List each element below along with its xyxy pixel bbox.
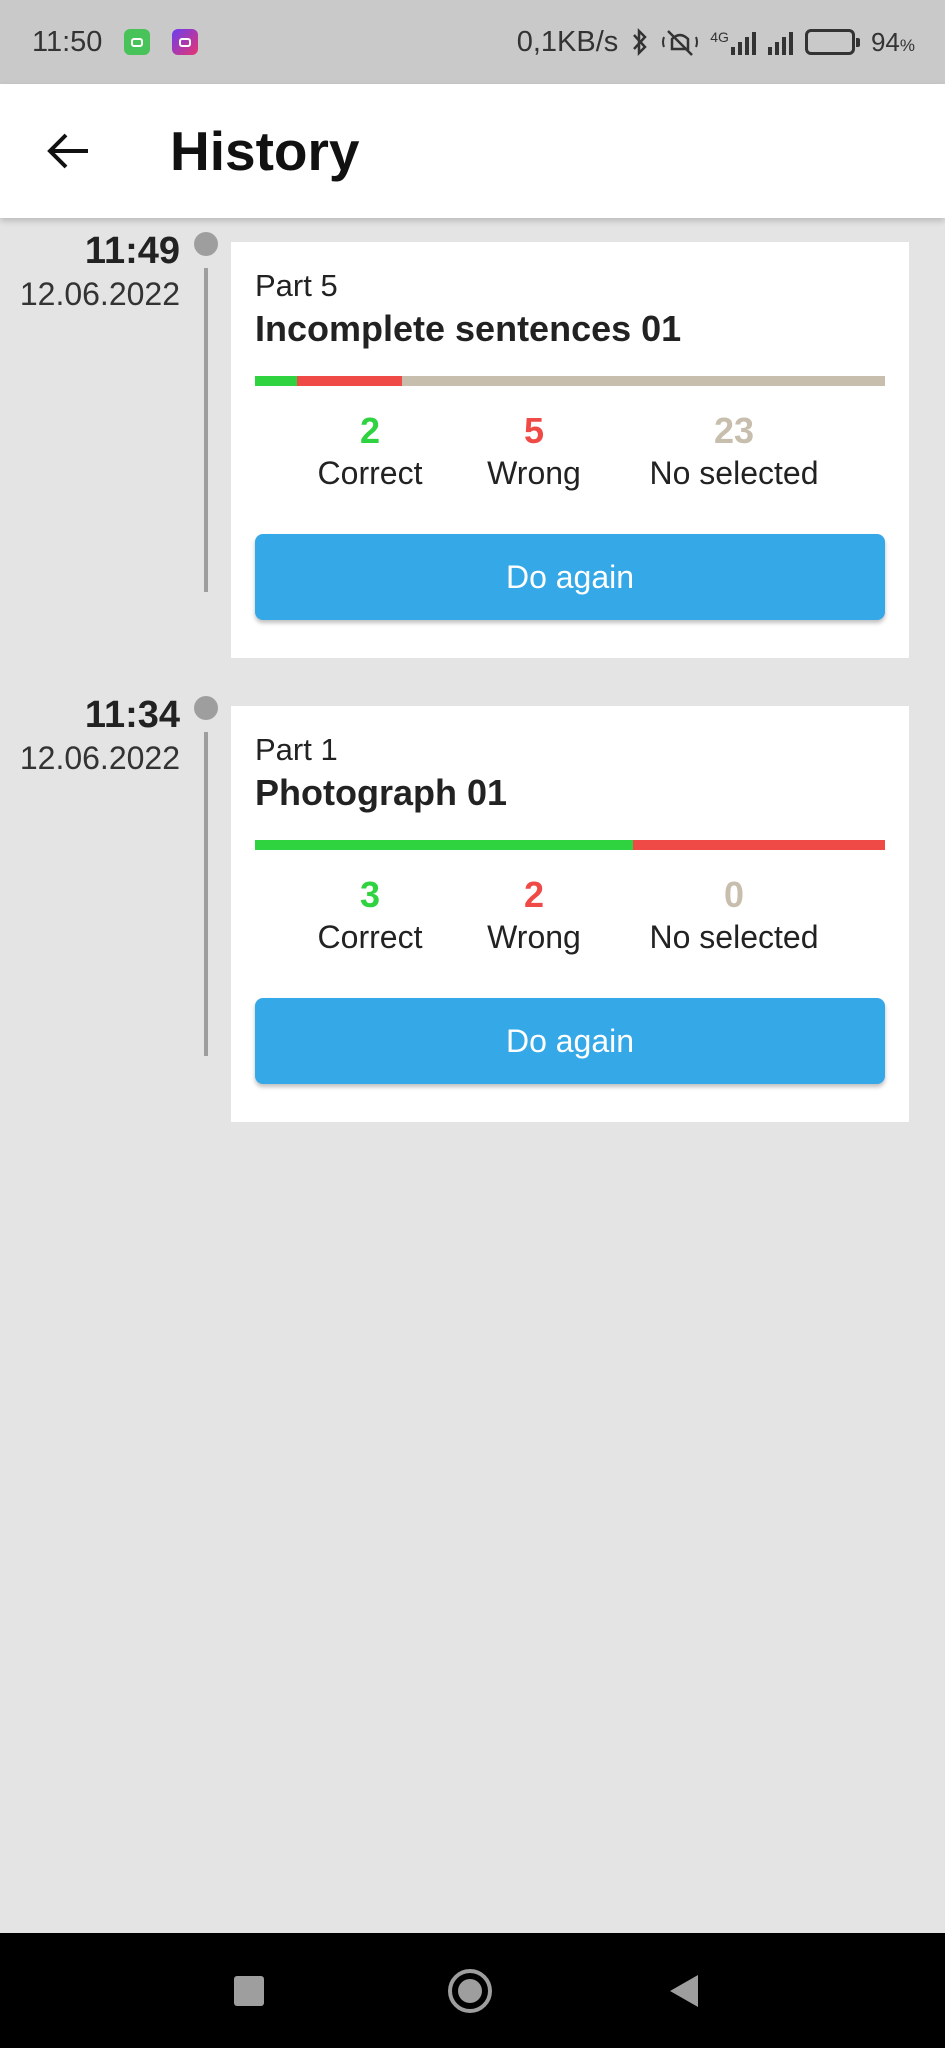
status-bar: 11:50 0,1KB/s 4G 94% xyxy=(0,0,945,84)
network-speed: 0,1KB/s xyxy=(516,25,619,58)
recent-apps-icon[interactable] xyxy=(234,1976,264,2006)
timeline-dot xyxy=(194,696,218,720)
score-progress-bar xyxy=(255,840,885,850)
home-icon[interactable] xyxy=(448,1969,492,2013)
wrong-count: 2 xyxy=(523,874,545,915)
status-time: 11:50 xyxy=(32,25,103,58)
page-title: History xyxy=(170,120,360,182)
entry-date: 12.06.2022 xyxy=(19,740,180,776)
battery-percent: 94 xyxy=(870,26,900,57)
no-selected-label: No selected xyxy=(649,919,819,955)
card-part: Part 1 xyxy=(255,732,338,767)
stat-no-selected: 23 No selected xyxy=(650,410,819,494)
entry-time: 11:49 xyxy=(84,230,180,272)
history-list: 11:49 12.06.2022 Part 5 Incomplete sente… xyxy=(0,218,945,1146)
no-selected-label: No selected xyxy=(649,455,819,491)
app-notification-icon xyxy=(172,29,199,55)
back-triangle-icon[interactable] xyxy=(670,1975,698,2007)
no-selected-count: 23 xyxy=(713,410,755,451)
do-again-button[interactable]: Do again xyxy=(255,998,885,1084)
stat-correct: 2 Correct xyxy=(318,410,423,494)
bluetooth-icon xyxy=(633,27,647,57)
wrong-count: 5 xyxy=(523,410,545,451)
card-part: Part 5 xyxy=(255,268,338,303)
wrong-label: Wrong xyxy=(487,455,581,491)
app-header: History xyxy=(0,84,945,218)
history-entry: 11:34 12.06.2022 Part 1 Photograph 01 3 … xyxy=(0,682,945,1146)
timeline-line xyxy=(204,732,208,1056)
stat-wrong: 5 Wrong xyxy=(487,410,581,494)
result-card: Part 5 Incomplete sentences 01 2 Correct… xyxy=(231,242,909,658)
battery-unit: % xyxy=(899,35,915,55)
arrow-left-icon xyxy=(47,133,88,169)
progress-wrong-segment xyxy=(633,840,885,850)
progress-wrong-segment xyxy=(297,376,402,386)
history-entry: 11:49 12.06.2022 Part 5 Incomplete sente… xyxy=(0,218,945,682)
battery-charging-icon xyxy=(804,29,860,55)
do-again-button[interactable]: Do again xyxy=(255,534,885,620)
stat-wrong: 2 Wrong xyxy=(487,874,581,958)
stat-correct: 3 Correct xyxy=(318,874,423,958)
timeline-dot xyxy=(194,232,218,256)
score-progress-bar xyxy=(255,376,885,386)
entry-time: 11:34 xyxy=(84,694,180,736)
stat-no-selected: 0 No selected xyxy=(650,874,819,958)
wrong-label: Wrong xyxy=(487,919,581,955)
correct-label: Correct xyxy=(317,919,423,955)
progress-correct-segment xyxy=(255,840,633,850)
result-card: Part 1 Photograph 01 3 Correct 2 Wrong 0… xyxy=(231,706,909,1122)
card-title: Photograph 01 xyxy=(255,772,508,813)
timeline-line xyxy=(204,268,208,592)
card-title: Incomplete sentences 01 xyxy=(255,308,682,349)
system-nav-bar xyxy=(0,1933,945,2048)
signal-icon xyxy=(767,29,793,55)
progress-unselected-segment xyxy=(402,376,885,386)
correct-label: Correct xyxy=(317,455,423,491)
mute-icon xyxy=(662,30,699,56)
correct-count: 2 xyxy=(359,410,381,451)
signal-icon xyxy=(730,29,756,55)
network-type: 4G xyxy=(710,29,729,45)
entry-date: 12.06.2022 xyxy=(19,276,180,312)
correct-count: 3 xyxy=(359,874,381,915)
progress-correct-segment xyxy=(255,376,297,386)
no-selected-count: 0 xyxy=(723,874,745,915)
back-button[interactable] xyxy=(38,121,98,181)
app-notification-icon xyxy=(124,29,151,55)
